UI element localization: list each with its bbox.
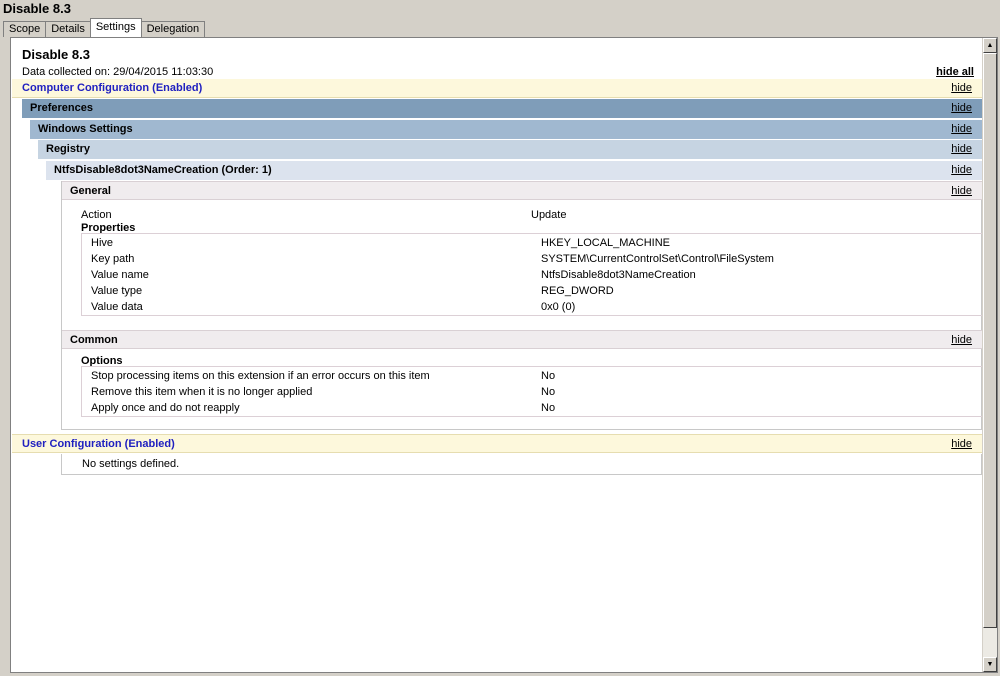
- user-configuration-box: No settings defined.: [61, 454, 982, 475]
- common-hide-link[interactable]: hide: [951, 331, 972, 350]
- general-hide-link[interactable]: hide: [951, 182, 972, 201]
- option-name: Remove this item when it is no longer ap…: [91, 386, 313, 398]
- property-name: Value type: [91, 285, 143, 297]
- windows-settings-header[interactable]: Windows Settings hide: [30, 120, 982, 139]
- no-settings-text: No settings defined.: [82, 458, 180, 470]
- scroll-down-arrow-icon[interactable]: ▼: [983, 657, 997, 672]
- settings-panel: Disable 8.3 Data collected on: 29/04/201…: [10, 37, 998, 673]
- registry-header[interactable]: Registry hide: [38, 140, 982, 159]
- property-value: HKEY_LOCAL_MACHINE: [541, 237, 670, 249]
- tab-strip: Scope Details Settings Delegation: [3, 18, 206, 37]
- window-title: Disable 8.3: [3, 1, 71, 16]
- properties-table: Hive HKEY_LOCAL_MACHINE Key path SYSTEM\…: [81, 233, 982, 316]
- computer-configuration-header[interactable]: Computer Configuration (Enabled) hide: [12, 79, 982, 98]
- hide-all-link[interactable]: hide all: [936, 66, 974, 78]
- vertical-scrollbar[interactable]: ▲ ▼: [982, 38, 997, 672]
- options-table: Stop processing items on this extension …: [81, 366, 982, 417]
- preferences-label: Preferences: [30, 102, 93, 114]
- scroll-up-arrow-icon[interactable]: ▲: [983, 38, 997, 53]
- windows-settings-label: Windows Settings: [38, 123, 133, 135]
- user-configuration-hide-link[interactable]: hide: [951, 435, 972, 454]
- option-name: Stop processing items on this extension …: [91, 370, 430, 382]
- tab-details[interactable]: Details: [45, 21, 91, 37]
- computer-configuration-label: Computer Configuration (Enabled): [22, 82, 203, 94]
- property-name: Key path: [91, 253, 135, 265]
- general-header[interactable]: General hide: [62, 181, 982, 200]
- registry-hide-link[interactable]: hide: [951, 140, 972, 159]
- property-value: 0x0 (0): [541, 301, 576, 313]
- report-content: Disable 8.3 Data collected on: 29/04/201…: [11, 38, 984, 672]
- property-value: NtfsDisable8dot3NameCreation: [541, 269, 696, 281]
- preferences-hide-link[interactable]: hide: [951, 99, 972, 118]
- action-label: Action: [81, 209, 112, 221]
- action-value: Update: [531, 209, 567, 221]
- common-label: Common: [70, 334, 118, 346]
- windows-settings-hide-link[interactable]: hide: [951, 120, 972, 139]
- option-value: No: [541, 402, 556, 414]
- user-configuration-label: User Configuration (Enabled): [22, 438, 175, 450]
- property-value: SYSTEM\CurrentControlSet\Control\FileSys…: [541, 253, 774, 265]
- property-value: REG_DWORD: [541, 285, 614, 297]
- data-collected-text: Data collected on: 29/04/2015 11:03:30: [22, 66, 214, 78]
- scrollbar-thumb[interactable]: [983, 53, 997, 628]
- tab-scope[interactable]: Scope: [3, 21, 47, 37]
- property-name: Hive: [91, 237, 114, 249]
- property-name: Value name: [91, 269, 149, 281]
- property-name: Value data: [91, 301, 143, 313]
- user-configuration-header[interactable]: User Configuration (Enabled) hide: [12, 434, 982, 453]
- tab-delegation[interactable]: Delegation: [140, 21, 206, 37]
- general-label: General: [70, 185, 111, 197]
- option-value: No: [541, 386, 556, 398]
- option-value: No: [541, 370, 556, 382]
- registry-item-header[interactable]: NtfsDisable8dot3NameCreation (Order: 1) …: [46, 161, 982, 180]
- registry-item-hide-link[interactable]: hide: [951, 161, 972, 180]
- common-header[interactable]: Common hide: [62, 330, 982, 349]
- registry-item-label: NtfsDisable8dot3NameCreation (Order: 1): [54, 164, 272, 176]
- registry-label: Registry: [46, 143, 91, 155]
- tab-settings[interactable]: Settings: [89, 18, 142, 37]
- report-title: Disable 8.3: [22, 47, 90, 62]
- preferences-header[interactable]: Preferences hide: [22, 99, 982, 118]
- option-name: Apply once and do not reapply: [91, 402, 240, 414]
- computer-configuration-hide-link[interactable]: hide: [951, 79, 972, 98]
